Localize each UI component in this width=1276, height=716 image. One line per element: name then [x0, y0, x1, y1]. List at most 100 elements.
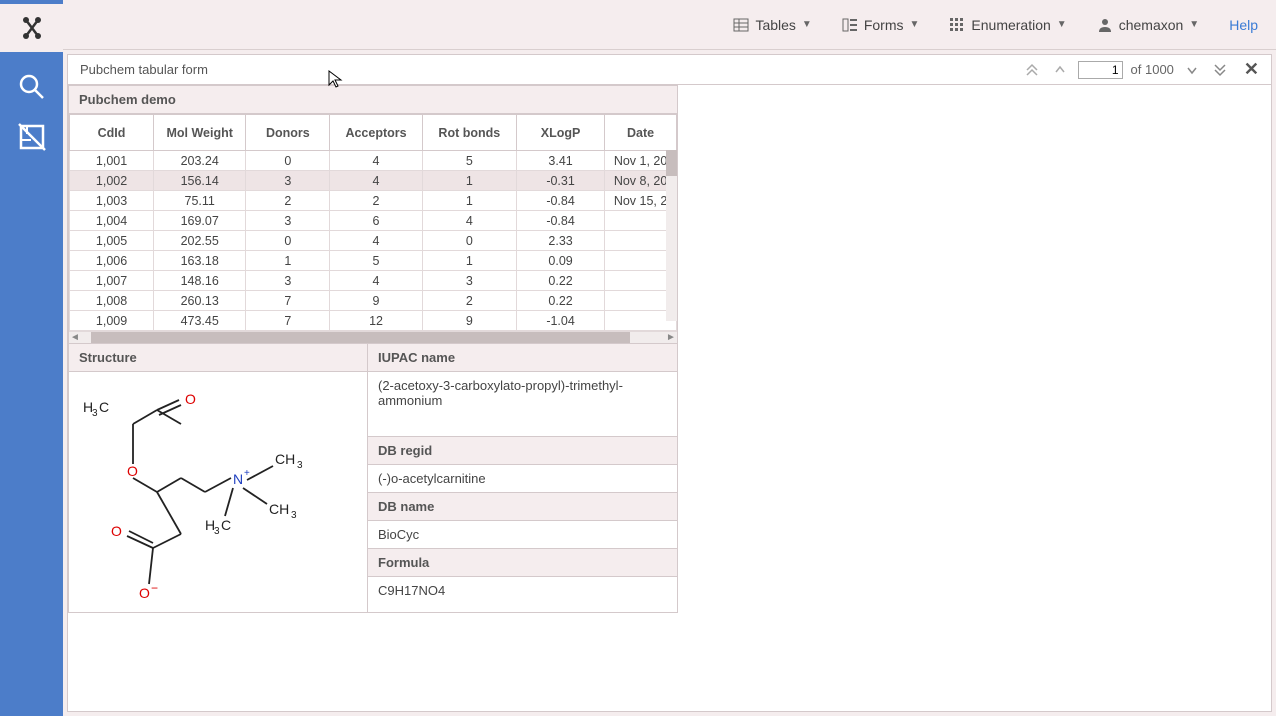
- cell[interactable]: -1.04: [516, 311, 604, 331]
- cell[interactable]: 1,005: [70, 231, 154, 251]
- cell[interactable]: 1,008: [70, 291, 154, 311]
- cell[interactable]: 2: [422, 291, 516, 311]
- cell[interactable]: 9: [330, 291, 422, 311]
- column-header[interactable]: Date: [605, 115, 677, 151]
- page-last-icon[interactable]: [1210, 63, 1230, 77]
- cell[interactable]: 0.22: [516, 291, 604, 311]
- cell[interactable]: 163.18: [154, 251, 246, 271]
- page-next-icon[interactable]: [1182, 63, 1202, 77]
- cell[interactable]: 1: [422, 251, 516, 271]
- horizontal-scrollbar[interactable]: ◄ ►: [69, 331, 677, 343]
- enumeration-menu[interactable]: Enumeration ▼: [949, 17, 1066, 33]
- table-row[interactable]: 1,001203.240453.41Nov 1, 20: [70, 151, 677, 171]
- tables-menu[interactable]: Tables ▼: [733, 17, 811, 33]
- cell[interactable]: 1,006: [70, 251, 154, 271]
- cell[interactable]: 2.33: [516, 231, 604, 251]
- dashboard-icon[interactable]: [17, 122, 47, 152]
- cell[interactable]: 156.14: [154, 171, 246, 191]
- cell[interactable]: 3: [422, 271, 516, 291]
- close-icon[interactable]: ✕: [1244, 59, 1259, 80]
- cell[interactable]: 7: [246, 291, 330, 311]
- cell[interactable]: 5: [330, 251, 422, 271]
- cell[interactable]: -0.84: [516, 191, 604, 211]
- page-prev-icon[interactable]: [1050, 63, 1070, 77]
- cell[interactable]: 473.45: [154, 311, 246, 331]
- cell[interactable]: 3: [246, 171, 330, 191]
- table-row[interactable]: 1,005202.550402.33: [70, 231, 677, 251]
- svg-text:3: 3: [291, 510, 297, 521]
- column-header[interactable]: Mol Weight: [154, 115, 246, 151]
- cell[interactable]: 4: [422, 211, 516, 231]
- cell[interactable]: 4: [330, 171, 422, 191]
- cell[interactable]: 4: [330, 151, 422, 171]
- column-header[interactable]: Acceptors: [330, 115, 422, 151]
- cell[interactable]: 5: [422, 151, 516, 171]
- cell[interactable]: 1,009: [70, 311, 154, 331]
- cell[interactable]: 1,003: [70, 191, 154, 211]
- cell[interactable]: 203.24: [154, 151, 246, 171]
- page-input[interactable]: [1078, 61, 1123, 79]
- cell[interactable]: 1: [246, 251, 330, 271]
- user-menu[interactable]: chemaxon ▼: [1097, 17, 1200, 33]
- cell[interactable]: 3: [246, 211, 330, 231]
- table-row[interactable]: 1,004169.07364-0.84: [70, 211, 677, 231]
- table-row[interactable]: 1,006163.181510.09: [70, 251, 677, 271]
- cell[interactable]: 202.55: [154, 231, 246, 251]
- data-grid[interactable]: CdIdMol WeightDonorsAcceptorsRot bondsXL…: [69, 114, 677, 331]
- table-row[interactable]: 1,00375.11221-0.84Nov 15, 2: [70, 191, 677, 211]
- scroll-right-icon[interactable]: ►: [665, 332, 677, 343]
- cell[interactable]: 1: [422, 171, 516, 191]
- cell[interactable]: 12: [330, 311, 422, 331]
- table-panel: Pubchem demo CdIdMol WeightDonorsAccepto…: [68, 85, 678, 344]
- column-header[interactable]: XLogP: [516, 115, 604, 151]
- cell[interactable]: 0: [246, 231, 330, 251]
- scroll-left-icon[interactable]: ◄: [69, 332, 81, 343]
- structure-label: Structure: [69, 344, 367, 372]
- cell[interactable]: -0.84: [516, 211, 604, 231]
- cell[interactable]: 1,004: [70, 211, 154, 231]
- cell[interactable]: 1,007: [70, 271, 154, 291]
- cell[interactable]: 3.41: [516, 151, 604, 171]
- cell[interactable]: -0.31: [516, 171, 604, 191]
- cell[interactable]: 1,001: [70, 151, 154, 171]
- dbname-label: DB name: [368, 492, 677, 521]
- search-icon[interactable]: [17, 72, 47, 102]
- cell[interactable]: 0: [422, 231, 516, 251]
- column-header[interactable]: Rot bonds: [422, 115, 516, 151]
- cell[interactable]: 260.13: [154, 291, 246, 311]
- cell[interactable]: 2: [330, 191, 422, 211]
- formula-value: C9H17NO4: [368, 577, 677, 604]
- cell[interactable]: 9: [422, 311, 516, 331]
- column-header[interactable]: CdId: [70, 115, 154, 151]
- cell[interactable]: 3: [246, 271, 330, 291]
- formula-label: Formula: [368, 548, 677, 577]
- cell[interactable]: 7: [246, 311, 330, 331]
- cell[interactable]: 2: [246, 191, 330, 211]
- iupac-value: (2-acetoxy-3-carboxylato-propyl)-trimeth…: [368, 372, 677, 436]
- cell[interactable]: 1,002: [70, 171, 154, 191]
- forms-label: Forms: [864, 17, 904, 33]
- vertical-scrollbar[interactable]: [666, 150, 677, 321]
- cell[interactable]: 169.07: [154, 211, 246, 231]
- cell[interactable]: 4: [330, 271, 422, 291]
- cell[interactable]: 4: [330, 231, 422, 251]
- table-title: Pubchem demo: [69, 86, 677, 114]
- help-link[interactable]: Help: [1229, 17, 1258, 33]
- cell[interactable]: 0.22: [516, 271, 604, 291]
- table-row[interactable]: 1,002156.14341-0.31Nov 8, 20: [70, 171, 677, 191]
- sidebar: [0, 0, 63, 716]
- svg-text:CH: CH: [269, 501, 289, 517]
- molecule-structure[interactable]: H3C O O N+ CH3 CH3 H3C O O−: [69, 372, 367, 612]
- cell[interactable]: 0.09: [516, 251, 604, 271]
- cell[interactable]: 75.11: [154, 191, 246, 211]
- forms-menu[interactable]: Forms ▼: [842, 17, 920, 33]
- page-first-icon[interactable]: [1022, 63, 1042, 77]
- cell[interactable]: 1: [422, 191, 516, 211]
- table-row[interactable]: 1,007148.163430.22: [70, 271, 677, 291]
- cell[interactable]: 0: [246, 151, 330, 171]
- cell[interactable]: 148.16: [154, 271, 246, 291]
- table-row[interactable]: 1,008260.137920.22: [70, 291, 677, 311]
- column-header[interactable]: Donors: [246, 115, 330, 151]
- cell[interactable]: 6: [330, 211, 422, 231]
- table-row[interactable]: 1,009473.457129-1.04: [70, 311, 677, 331]
